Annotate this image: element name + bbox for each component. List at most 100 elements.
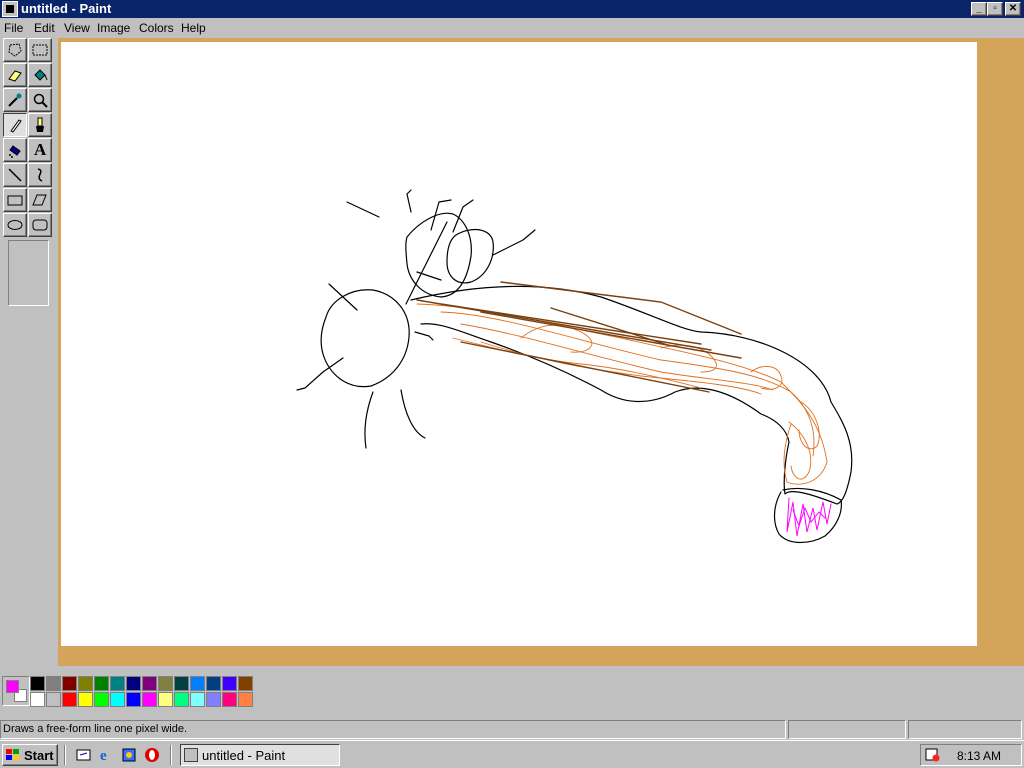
system-tray: 8:13 AM [920, 744, 1022, 766]
svg-text:e: e [100, 748, 107, 763]
palette-swatch[interactable] [142, 692, 157, 707]
eraser-tool[interactable] [3, 63, 27, 87]
pencil-tool[interactable] [3, 113, 27, 137]
toolbox: A [0, 38, 58, 666]
palette-swatch[interactable] [62, 676, 77, 691]
palette-swatch[interactable] [78, 692, 93, 707]
airbrush-tool[interactable] [3, 138, 27, 162]
menu-help[interactable]: Help [181, 21, 206, 35]
palette-swatch[interactable] [126, 692, 141, 707]
black-stroke [405, 221, 448, 305]
airbrush-icon [9, 145, 21, 158]
brush-icon [36, 117, 44, 132]
palette-swatch[interactable] [142, 676, 157, 691]
brush-tool[interactable] [28, 113, 52, 137]
orange-stroke [452, 337, 702, 389]
palette-swatch[interactable] [46, 692, 61, 707]
palette-swatch[interactable] [174, 676, 189, 691]
start-button[interactable]: Start [2, 744, 58, 766]
black-stroke [296, 357, 344, 391]
palette-swatch[interactable] [174, 692, 189, 707]
menu-edit[interactable]: Edit [34, 21, 55, 35]
palette-swatch[interactable] [206, 676, 221, 691]
menu-colors[interactable]: Colors [139, 21, 174, 35]
orange-stroke [440, 311, 815, 457]
palette-swatch[interactable] [46, 676, 61, 691]
menu-file[interactable]: File [4, 21, 23, 35]
palette-swatch[interactable] [238, 692, 253, 707]
menu-view[interactable]: View [64, 21, 90, 35]
palette-swatch[interactable] [238, 676, 253, 691]
eraser-icon [8, 70, 22, 82]
palette-swatch[interactable] [190, 676, 205, 691]
minimize-button[interactable]: _ [971, 2, 987, 16]
text-tool[interactable]: A [28, 138, 52, 162]
palette-swatch[interactable] [222, 676, 237, 691]
taskbar-button-label: untitled - Paint [202, 748, 286, 763]
fill-with-color-tool[interactable] [28, 63, 52, 87]
brown-stroke [500, 281, 742, 335]
palette-swatch[interactable] [158, 692, 173, 707]
select-tool[interactable] [28, 38, 52, 62]
palette-swatch[interactable] [30, 692, 45, 707]
paint-task-icon [184, 748, 198, 762]
drawing-canvas[interactable] [61, 42, 977, 646]
tool-options-box[interactable] [8, 240, 49, 306]
window-title: untitled - Paint [21, 1, 112, 16]
show-desktop-icon[interactable] [76, 747, 92, 763]
palette-swatch[interactable] [110, 676, 125, 691]
free-form-select-icon [8, 43, 22, 57]
eyedropper-icon [8, 93, 22, 107]
paint-app-icon[interactable] [2, 1, 18, 17]
title-bar[interactable]: untitled - Paint _ ▫ ✕ [0, 0, 1024, 18]
scheduler-icon[interactable] [925, 748, 941, 762]
taskbar-divider [170, 745, 172, 765]
windows-logo-icon [6, 749, 19, 760]
menu-image[interactable]: Image [97, 21, 130, 35]
close-button[interactable]: ✕ [1005, 2, 1021, 16]
black-stroke [406, 189, 412, 213]
line-icon [8, 168, 22, 182]
ellipse-tool[interactable] [3, 213, 27, 237]
palette-swatch[interactable] [94, 676, 109, 691]
palette-swatch[interactable] [78, 676, 93, 691]
palette-swatch[interactable] [158, 676, 173, 691]
foreground-color-swatch[interactable] [6, 680, 19, 693]
rounded-rectangle-tool[interactable] [28, 213, 52, 237]
start-label: Start [24, 748, 54, 763]
opera-icon[interactable] [144, 747, 160, 763]
palette-swatch[interactable] [30, 676, 45, 691]
rectangle-tool[interactable] [3, 188, 27, 212]
internet-explorer-icon[interactable]: e [98, 747, 114, 763]
magnifier-icon [33, 93, 48, 108]
pencil-icon [10, 119, 22, 133]
drawing-strokes [296, 189, 853, 544]
line-tool[interactable] [3, 163, 27, 187]
palette-swatch[interactable] [94, 692, 109, 707]
pick-color-tool[interactable] [3, 88, 27, 112]
workspace [58, 38, 1024, 666]
paint-bucket-icon [34, 69, 48, 81]
black-stroke [430, 199, 452, 231]
taskbar-button-paint[interactable]: untitled - Paint [180, 744, 340, 766]
palette-swatch[interactable] [222, 692, 237, 707]
polygon-tool[interactable] [28, 188, 52, 212]
clock[interactable]: 8:13 AM [957, 749, 1001, 763]
channels-icon[interactable] [121, 747, 137, 763]
black-stroke [492, 229, 536, 256]
black-stroke [410, 285, 853, 505]
palette-swatch[interactable] [190, 692, 205, 707]
text-icon: A [34, 140, 47, 159]
current-colors[interactable] [2, 676, 30, 706]
restore-button[interactable]: ▫ [987, 2, 1003, 16]
free-form-select-tool[interactable] [3, 38, 27, 62]
palette-swatch[interactable] [62, 692, 77, 707]
black-stroke [346, 201, 380, 218]
palette-swatch[interactable] [126, 676, 141, 691]
palette-swatch[interactable] [206, 692, 221, 707]
curve-icon [37, 168, 43, 182]
curve-tool[interactable] [28, 163, 52, 187]
black-stroke [400, 389, 426, 439]
magnifier-tool[interactable] [28, 88, 52, 112]
palette-swatch[interactable] [110, 692, 125, 707]
